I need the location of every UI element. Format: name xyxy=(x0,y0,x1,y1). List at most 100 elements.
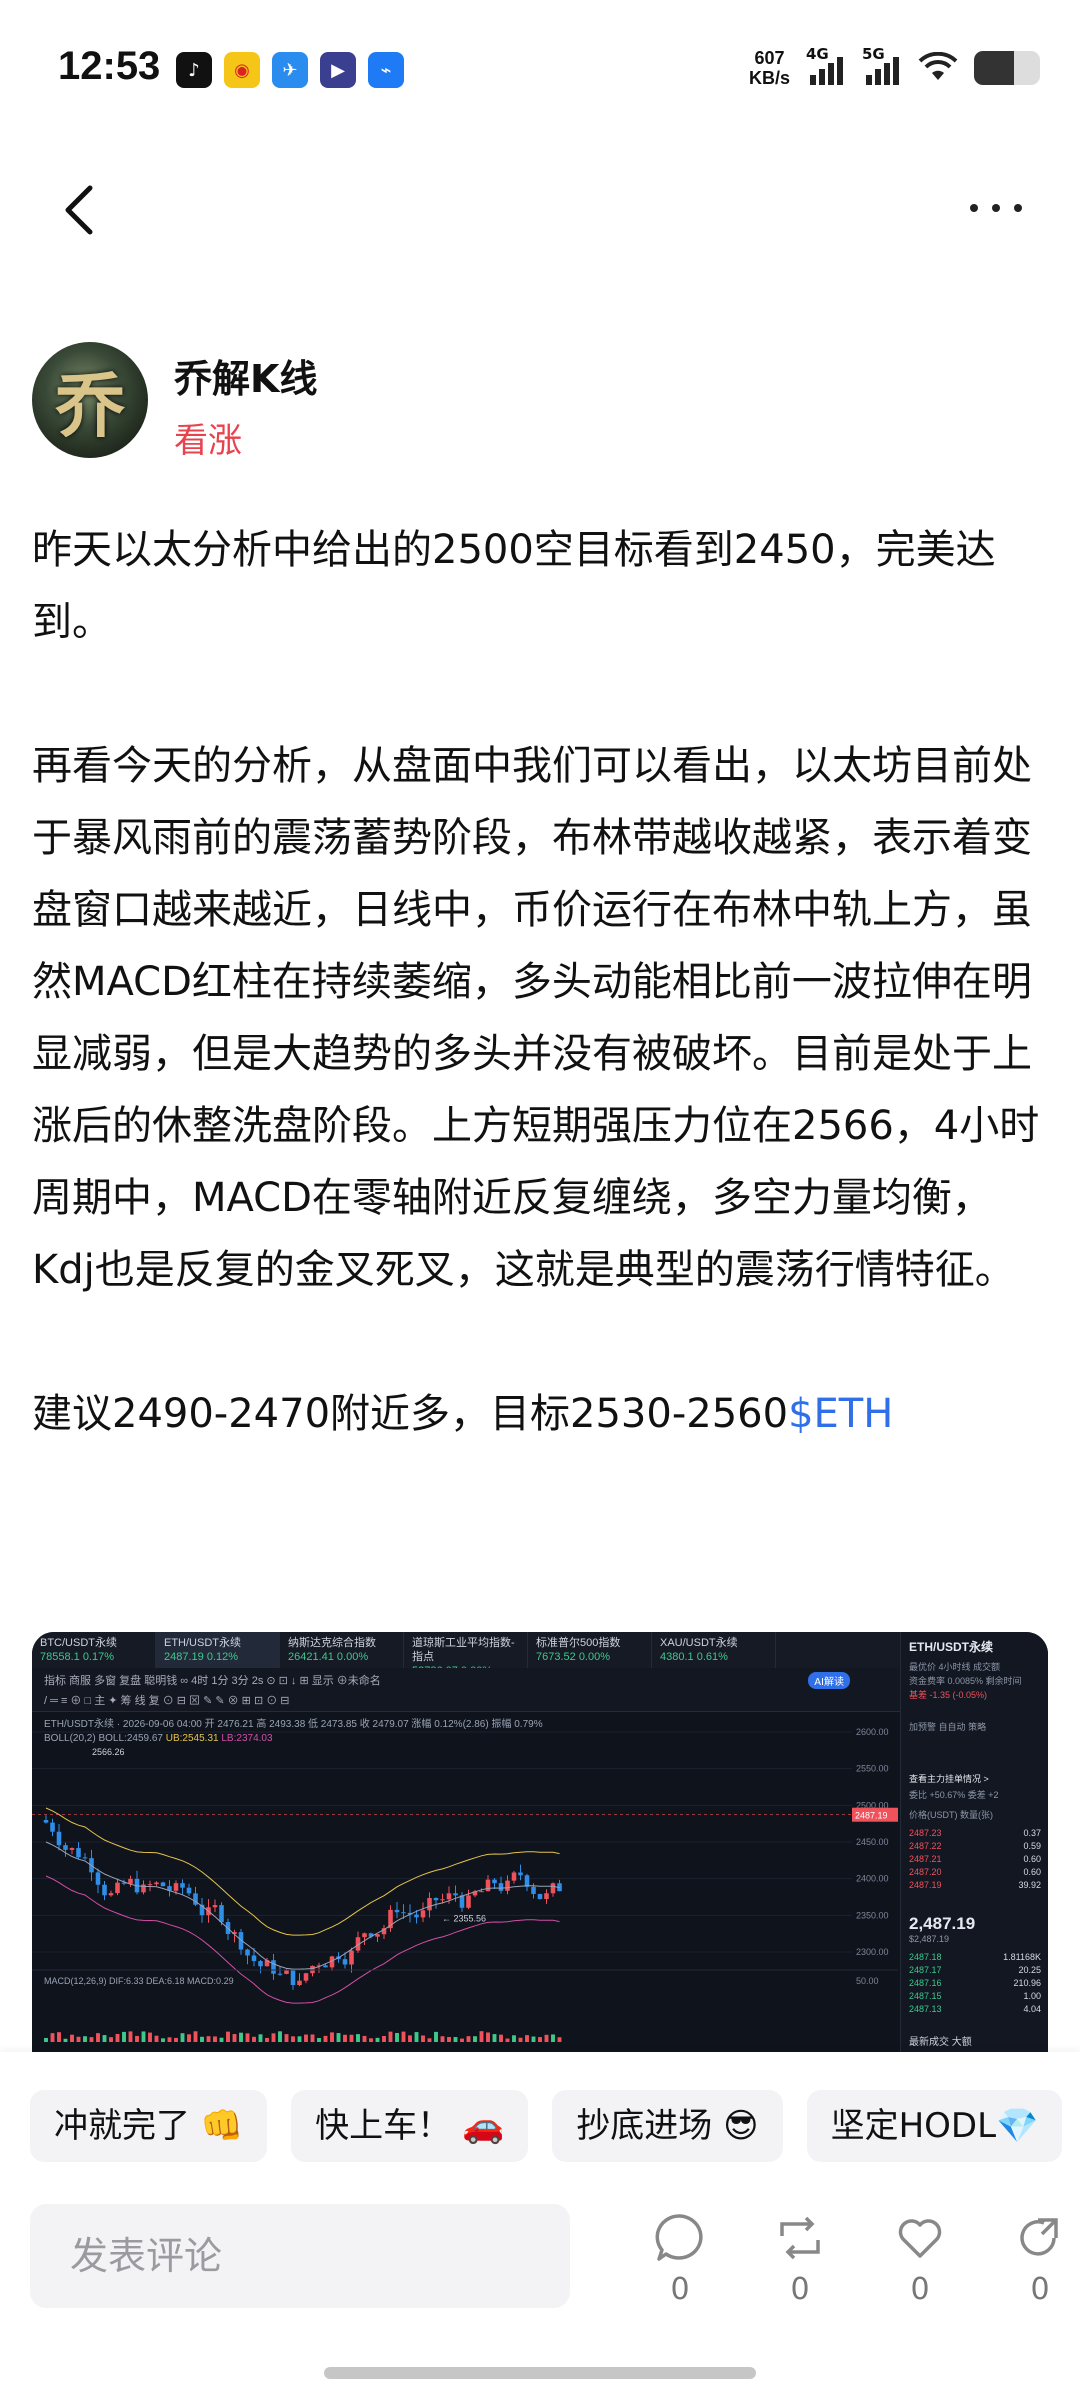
macd-bar xyxy=(232,2034,237,2042)
orderbook-price: 2487.21 xyxy=(909,1854,942,1864)
macd-bar xyxy=(193,2031,198,2042)
back-button[interactable] xyxy=(56,180,106,240)
candlestick-plot: 2600.00 2550.00 2500.00 2450.00 2400.00 2350.… xyxy=(32,1712,900,2052)
macd-bar xyxy=(375,2037,380,2042)
chart-toolbar: 指标 商服 多窗 复盘 聪明钱 ∞ 4时 1分 3分 2s ⊙ ⊡ ↓ ⊞ 显示… xyxy=(32,1668,900,1712)
comment-input[interactable]: 发表评论 xyxy=(30,2204,570,2308)
candle-body xyxy=(420,1910,426,1918)
orderbook-depth-title: 查看主力挂单情况 > xyxy=(909,1774,989,1784)
candle-body xyxy=(303,1973,309,1981)
status-right: 607 KB/s 4G 5G xyxy=(749,45,1040,88)
candle-body xyxy=(69,1848,75,1850)
y-tick-label: 2350.00 xyxy=(856,1910,889,1920)
macd-bar xyxy=(382,2035,386,2042)
candle-body xyxy=(290,1969,296,1986)
orderbook-qty: 0.60 xyxy=(1023,1867,1041,1877)
macd-bar xyxy=(421,2035,425,2042)
macd-bar xyxy=(479,2031,484,2042)
orderbook-last-price: 2,487.19 xyxy=(909,1914,976,1933)
quick-reply-chip[interactable]: 抄底进场 😎 xyxy=(552,2090,783,2162)
macd-bar xyxy=(538,2037,542,2042)
status-time: 12:53 xyxy=(58,44,161,88)
candle-body xyxy=(154,1882,159,1885)
candle-body xyxy=(440,1899,445,1901)
macd-bar xyxy=(499,2034,503,2042)
signal-5g-label: 5G xyxy=(862,45,885,63)
candle-body xyxy=(453,1893,458,1896)
post-paragraph-1: 昨天以太分析中给出的2500空目标看到2450，完美达到。 xyxy=(32,527,996,645)
orderbook-qty: 0.37 xyxy=(1023,1828,1041,1838)
orderbook-row: 2487.13 4.04 xyxy=(909,2004,1041,2014)
macd-bar xyxy=(544,2034,549,2042)
macd-bar xyxy=(525,2035,529,2042)
more-options-button[interactable] xyxy=(970,188,1040,228)
battery-level xyxy=(974,51,1014,85)
macd-bar xyxy=(551,2034,555,2042)
macd-bar xyxy=(466,2036,471,2042)
macd-bar xyxy=(96,2033,100,2042)
chart-tab-value: 78558.1 0.17% xyxy=(40,1651,115,1663)
macd-bar xyxy=(473,2036,477,2042)
candle-body xyxy=(427,1898,432,1911)
orderbook-buttons: 加预警 自自动 策略 xyxy=(909,1720,986,1733)
orderbook-line1: 最优价 4小时线 成交额 xyxy=(909,1662,1001,1672)
post-paragraph-3-text: 建议2490-2470附近多，目标2530-2560 xyxy=(32,1391,789,1437)
chart-screenshot[interactable]: BTC/USDT永续 78558.1 0.17% ETH/USDT永续 2487.19… xyxy=(32,1632,1048,2052)
orderbook-price: 2487.13 xyxy=(909,2004,942,2014)
chart-tab-name: 道琼斯工业平均指数-指点 xyxy=(412,1637,515,1663)
macd-bar xyxy=(109,2037,113,2042)
orderbook-title: ETH/USDT永续 xyxy=(909,1640,994,1654)
orderbook-price: 2487.15 xyxy=(909,1991,942,2001)
quick-reply-chip[interactable]: 坚定HODL💎 xyxy=(806,2090,1063,2162)
quick-reply-chip[interactable]: 快上车！ 🚗 xyxy=(291,2090,529,2162)
orderbook-price: 2487.19 xyxy=(909,1880,942,1890)
author-name[interactable]: 乔解K线 xyxy=(174,348,317,403)
low-label: ← 2355.56 xyxy=(442,1914,486,1924)
candle-body xyxy=(498,1883,504,1891)
macd-bar xyxy=(141,2031,146,2042)
macd-bar xyxy=(278,2031,282,2042)
orderbook-qty: 210.96 xyxy=(1013,1978,1041,1988)
sentiment-badge: 看涨 xyxy=(174,421,242,461)
macd-bar xyxy=(83,2036,87,2042)
chart-tab-value: 4380.1 0.61% xyxy=(660,1651,728,1663)
candle-body xyxy=(479,1891,484,1893)
orderbook-price: 2487.18 xyxy=(909,1952,942,1962)
orderbook-price: 2487.23 xyxy=(909,1828,942,1838)
chart-symbol-tab: XAU/USDT永续 4380.1 0.61% xyxy=(652,1632,776,1668)
macd-bar xyxy=(408,2035,412,2042)
macd-bar xyxy=(219,2037,224,2042)
orderbook-panel: ETH/USDT永续 最优价 4小时线 成交额 资金费率 0.0085% 剩余时… xyxy=(900,1632,1048,2052)
macd-bar xyxy=(167,2037,172,2042)
chart-info-line2: BOLL(20,2) BOLL:2459.67 UB:2545.31 LB:23… xyxy=(44,1732,543,1746)
orderbook-qty: 0.59 xyxy=(1023,1841,1041,1851)
macd-bar xyxy=(310,2034,315,2042)
orderbook-row: 2487.15 1.00 xyxy=(909,1991,1041,2001)
macd-bar xyxy=(57,2032,61,2042)
y-tick-label: 2400.00 xyxy=(856,1874,889,1884)
candle-body xyxy=(362,1933,367,1938)
high-label: 2566.26 xyxy=(92,1747,125,1757)
ticker-link[interactable]: $ETH xyxy=(788,1391,893,1437)
share-button[interactable]: 0 xyxy=(980,2212,1080,2307)
candle-body xyxy=(433,1898,439,1901)
orderbook-price: 2487.22 xyxy=(909,1841,942,1851)
macd-bar xyxy=(323,2035,328,2042)
chevron-left-icon xyxy=(65,185,93,235)
candle-body xyxy=(160,1882,166,1887)
comment-icon xyxy=(655,2214,703,2261)
quick-reply-chip[interactable]: 冲就完了 👊 xyxy=(30,2090,268,2162)
repost-button[interactable]: 0 xyxy=(740,2212,860,2307)
ai-interpret-button: AI解读 xyxy=(808,1672,850,1689)
like-button[interactable]: 0 xyxy=(860,2212,980,2307)
orderbook-row: 2487.22 0.59 xyxy=(909,1841,1041,1851)
candle-body xyxy=(349,1950,354,1965)
macd-bar xyxy=(531,2036,536,2042)
macd-bar xyxy=(252,2036,256,2042)
comment-button[interactable]: 0 xyxy=(620,2212,740,2307)
candle-body xyxy=(323,1965,328,1968)
author-avatar[interactable]: 乔 xyxy=(32,342,148,458)
macd-bar xyxy=(369,2038,373,2042)
current-price-tag: 2487.19 xyxy=(855,1811,888,1821)
macd-bar xyxy=(447,2037,451,2042)
